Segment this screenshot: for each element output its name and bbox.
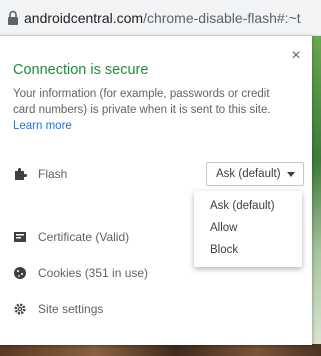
site-settings-row[interactable]: Site settings — [0, 298, 312, 320]
flash-label: Flash — [38, 167, 68, 181]
cookie-icon — [14, 267, 26, 279]
cookies-row[interactable]: Cookies (351 in use) — [0, 262, 312, 284]
certificate-icon — [14, 232, 26, 242]
certificate-label: Certificate (Valid) — [38, 230, 130, 244]
certificate-row[interactable]: Certificate (Valid) — [0, 226, 312, 248]
option-ask-default[interactable]: Ask (default) — [210, 200, 275, 212]
url-host: androidcentral.com — [24, 9, 144, 26]
lock-icon[interactable] — [6, 9, 20, 27]
page-background-bottom — [0, 344, 321, 356]
site-settings-label: Site settings — [38, 302, 104, 316]
learn-more-link[interactable]: Learn more — [13, 120, 72, 132]
page-background-right — [311, 36, 321, 348]
gear-icon — [14, 303, 26, 315]
address-bar[interactable]: androidcentral.com/chrome-disable-flash#… — [0, 0, 321, 36]
flash-selected-value: Ask (default) — [216, 168, 281, 180]
cookies-label: Cookies (351 in use) — [38, 266, 149, 280]
connection-description: Your information (for example, passwords… — [13, 88, 271, 116]
chevron-down-icon — [287, 172, 295, 177]
url-path: /chrome-disable-flash#:~t — [143, 9, 301, 26]
connection-status-title: Connection is secure — [13, 62, 149, 78]
flash-permission-select[interactable]: Ask (default) — [206, 162, 304, 186]
site-info-popup: × Connection is secure Your information … — [0, 36, 312, 345]
puzzle-icon — [15, 168, 27, 180]
close-icon[interactable]: × — [288, 48, 304, 64]
url-text[interactable]: androidcentral.com/chrome-disable-flash#… — [24, 10, 301, 26]
